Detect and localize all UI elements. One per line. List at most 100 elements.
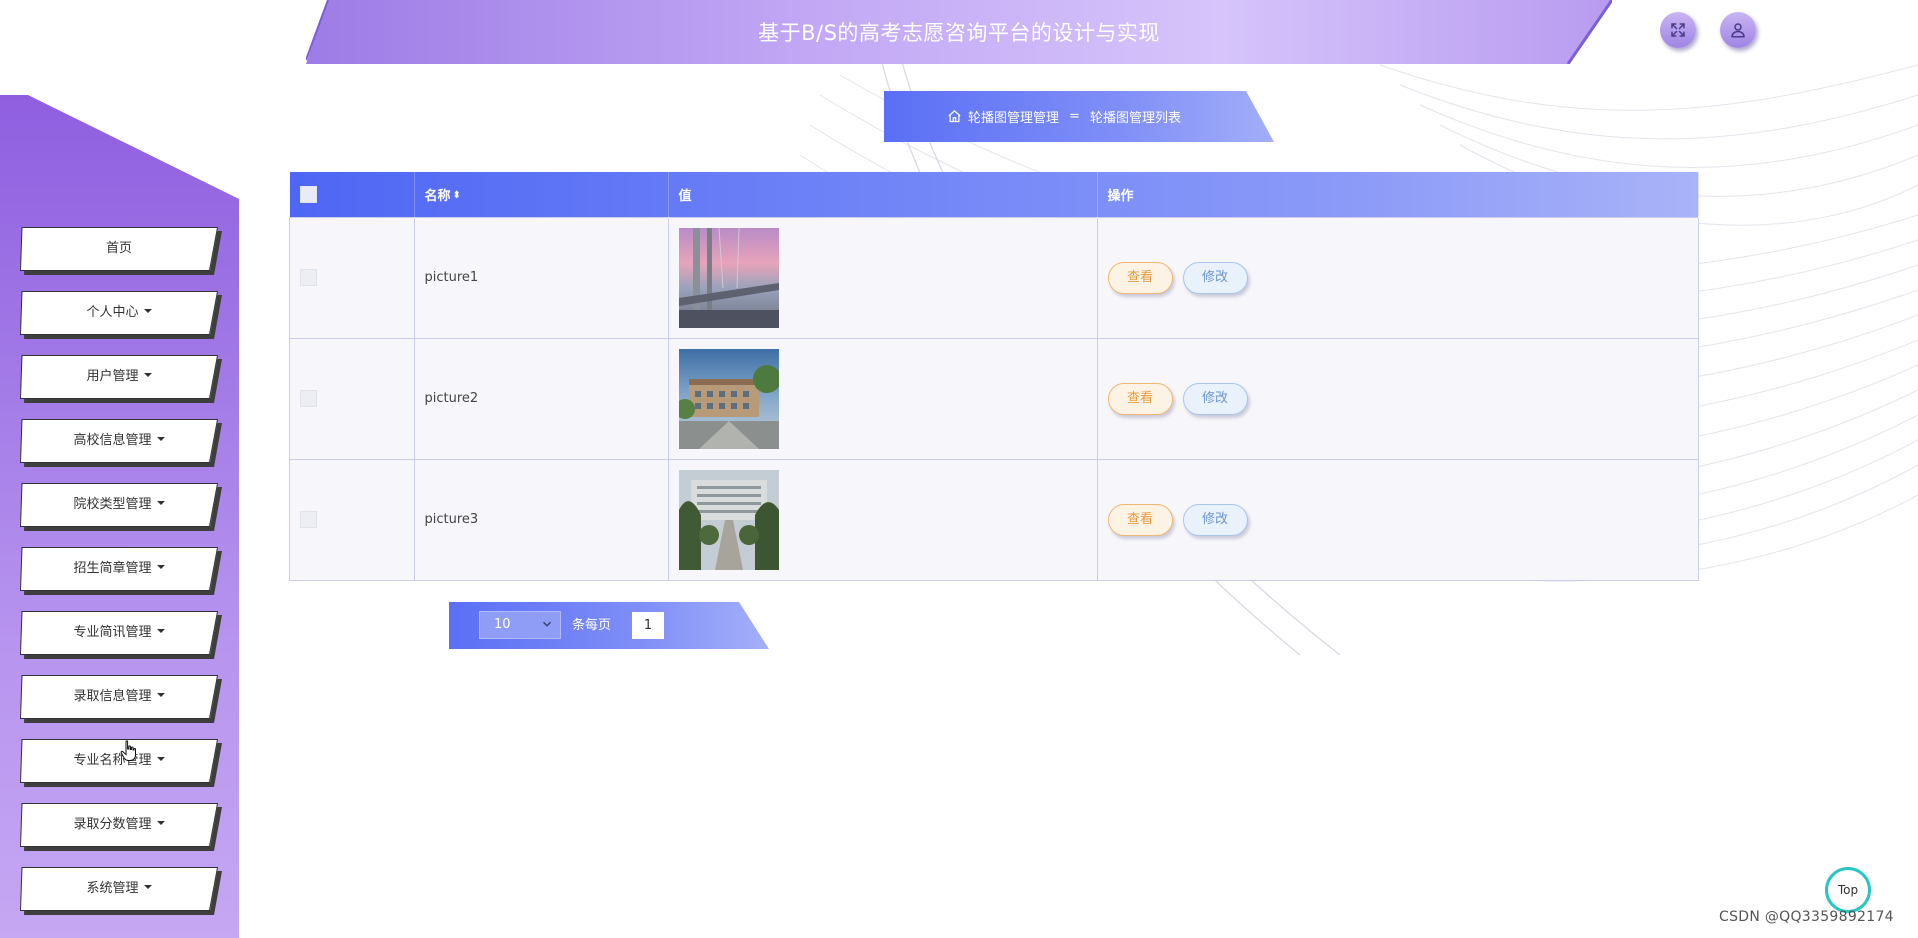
column-header-value: 值 bbox=[668, 172, 1098, 217]
sidebar-item-label: 个人中心 bbox=[20, 291, 218, 335]
breadcrumb-item-current: 轮播图管理列表 bbox=[1089, 111, 1181, 126]
sidebar-item-text: 专业名称管理 bbox=[73, 753, 152, 768]
sort-icon[interactable]: ⬍ bbox=[453, 191, 461, 201]
sidebar-item-text: 系统管理 bbox=[86, 881, 139, 896]
column-header-name[interactable]: 名称 ⬍ bbox=[414, 172, 669, 217]
select-all-cell bbox=[289, 172, 415, 217]
caret-down-icon bbox=[156, 692, 165, 697]
row-checkbox[interactable] bbox=[300, 390, 317, 407]
sidebar-item-9[interactable]: 录取分数管理 bbox=[20, 803, 222, 851]
row-actions-cell: 查看 修改 bbox=[1096, 458, 1699, 581]
row-actions-cell: 查看 修改 bbox=[1096, 216, 1699, 339]
carousel-table: 名称 ⬍ 值 操作 picture1 查看 修改 picture2 查看 修改 … bbox=[289, 172, 1699, 581]
row-checkbox[interactable] bbox=[300, 269, 317, 286]
table-row: picture2 查看 修改 bbox=[289, 337, 1699, 460]
sidebar-item-label: 专业简讯管理 bbox=[20, 611, 218, 655]
sidebar-item-label: 院校类型管理 bbox=[20, 483, 218, 527]
sidebar-item-3[interactable]: 高校信息管理 bbox=[20, 419, 222, 467]
user-menu-button[interactable] bbox=[1720, 12, 1756, 48]
view-button[interactable]: 查看 bbox=[1107, 382, 1173, 415]
sidebar-item-text: 专业简讯管理 bbox=[73, 625, 152, 640]
column-header-actions: 操作 bbox=[1097, 172, 1699, 217]
user-icon bbox=[1731, 23, 1745, 38]
column-actions-label: 操作 bbox=[1107, 188, 1134, 204]
page-size-select[interactable]: 10 bbox=[479, 611, 561, 639]
sidebar-item-label: 首页 bbox=[20, 227, 218, 271]
sidebar-item-text: 院校类型管理 bbox=[73, 497, 152, 512]
chevron-down-icon bbox=[542, 621, 552, 627]
sidebar-item-text: 用户管理 bbox=[86, 369, 139, 384]
row-name-cell: picture2 bbox=[413, 337, 669, 460]
back-to-top-button[interactable]: Top bbox=[1825, 867, 1871, 913]
row-check-cell bbox=[289, 458, 415, 581]
hand-cursor-icon bbox=[120, 740, 136, 761]
sidebar-item-6[interactable]: 专业简讯管理 bbox=[20, 611, 222, 659]
row-name-cell: picture1 bbox=[413, 216, 669, 339]
fullscreen-button[interactable] bbox=[1660, 12, 1696, 48]
column-name-label: 名称 bbox=[424, 188, 451, 204]
caret-down-icon bbox=[156, 628, 165, 633]
column-value-label: 值 bbox=[678, 188, 692, 204]
edit-button[interactable]: 修改 bbox=[1182, 382, 1248, 415]
sidebar-item-label: 用户管理 bbox=[20, 355, 218, 399]
sidebar-item-text: 录取分数管理 bbox=[73, 817, 152, 832]
row-actions-cell: 查看 修改 bbox=[1096, 337, 1699, 460]
sidebar-item-7[interactable]: 录取信息管理 bbox=[20, 675, 222, 723]
edit-button[interactable]: 修改 bbox=[1182, 503, 1248, 536]
sidebar-item-label: 专业名称管理 bbox=[20, 739, 218, 783]
app-title: 基于B/S的高考志愿咨询平台的设计与实现 bbox=[758, 21, 1160, 45]
pagination: 10 条每页 1 bbox=[449, 602, 769, 649]
sidebar-item-1[interactable]: 个人中心 bbox=[20, 291, 222, 339]
caret-down-icon bbox=[143, 884, 152, 889]
caret-down-icon bbox=[156, 756, 165, 761]
home-icon[interactable] bbox=[947, 109, 962, 124]
watermark: CSDN @QQ3359892174 bbox=[1719, 909, 1894, 925]
breadcrumb-item-module[interactable]: 轮播图管理管理 bbox=[968, 107, 1059, 126]
row-check-cell bbox=[289, 337, 415, 460]
app-page: 基于B/S的高考志愿咨询平台的设计与实现 首页个人中心用户管理高校信息管理 院校类… bbox=[0, 0, 1918, 938]
sidebar-item-text: 个人中心 bbox=[86, 305, 139, 320]
row-checkbox[interactable] bbox=[300, 511, 317, 528]
table-header-row: 名称 ⬍ 值 操作 bbox=[289, 172, 1699, 217]
row-check-cell bbox=[289, 216, 415, 339]
sidebar-item-label: 高校信息管理 bbox=[20, 419, 218, 463]
caret-down-icon bbox=[156, 500, 165, 505]
per-page-label: 条每页 bbox=[572, 618, 612, 633]
row-name-cell: picture3 bbox=[413, 458, 669, 581]
sidebar-item-text: 高校信息管理 bbox=[73, 433, 152, 448]
sidebar-item-label: 录取分数管理 bbox=[20, 803, 218, 847]
row-value-cell bbox=[667, 216, 1098, 339]
sidebar-item-label: 录取信息管理 bbox=[20, 675, 218, 719]
sidebar-item-10[interactable]: 系统管理 bbox=[20, 867, 222, 915]
page-size-value: 10 bbox=[494, 617, 511, 632]
expand-icon bbox=[1671, 23, 1685, 37]
sidebar-item-5[interactable]: 招生简章管理 bbox=[20, 547, 222, 595]
sidebar-item-label: 系统管理 bbox=[20, 867, 218, 911]
row-value-cell bbox=[667, 458, 1098, 581]
carousel-image-bridge[interactable] bbox=[678, 227, 779, 328]
sidebar-item-0[interactable]: 首页 bbox=[20, 227, 222, 275]
carousel-image-campus[interactable] bbox=[678, 348, 779, 449]
table-row: picture1 查看 修改 bbox=[289, 216, 1699, 339]
caret-down-icon bbox=[143, 308, 152, 313]
table-row: picture3 查看 修改 bbox=[289, 458, 1699, 581]
view-button[interactable]: 查看 bbox=[1107, 261, 1173, 294]
sidebar-item-text: 招生简章管理 bbox=[73, 561, 152, 576]
caret-down-icon bbox=[156, 564, 165, 569]
sidebar-item-label: 招生简章管理 bbox=[20, 547, 218, 591]
row-value-cell bbox=[667, 337, 1098, 460]
sidebar-item-8[interactable]: 专业名称管理 bbox=[20, 739, 222, 787]
caret-down-icon bbox=[156, 820, 165, 825]
sidebar-item-2[interactable]: 用户管理 bbox=[20, 355, 222, 403]
edit-button[interactable]: 修改 bbox=[1182, 261, 1248, 294]
view-button[interactable]: 查看 bbox=[1107, 503, 1173, 536]
caret-down-icon bbox=[156, 436, 165, 441]
sidebar-item-text: 首页 bbox=[105, 241, 132, 256]
breadcrumb-separator: = bbox=[1069, 109, 1080, 124]
carousel-image-building[interactable] bbox=[678, 469, 779, 570]
caret-down-icon bbox=[143, 372, 152, 377]
sidebar-item-text: 录取信息管理 bbox=[73, 689, 152, 704]
select-all-checkbox[interactable] bbox=[299, 185, 317, 203]
page-number-button[interactable]: 1 bbox=[632, 612, 664, 639]
sidebar-item-4[interactable]: 院校类型管理 bbox=[20, 483, 222, 531]
